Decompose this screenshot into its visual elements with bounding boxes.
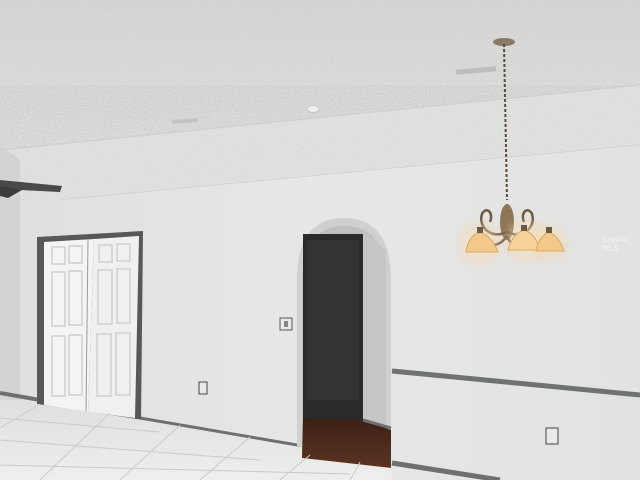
arched-doorway[interactable] [297, 218, 392, 468]
power-outlet [545, 427, 559, 445]
closet-double-door[interactable] [37, 231, 143, 421]
watermark-text: Stellar MLS [602, 235, 630, 253]
room-photo: Stellar MLS [0, 0, 640, 480]
power-outlet [198, 381, 208, 395]
room-illustration [0, 0, 640, 480]
smoke-detector [306, 105, 320, 113]
closet-door-right[interactable] [88, 236, 139, 418]
